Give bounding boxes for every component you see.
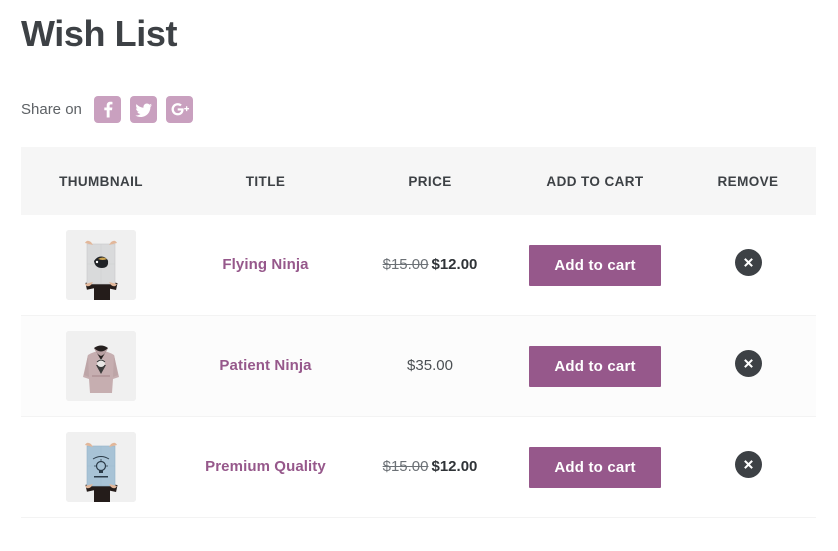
product-title-link[interactable]: Patient Ninja [219,357,311,374]
table-row: Premium Quality $15.00$12.00 Add to cart [21,417,816,518]
price-sale: $12.00 [432,458,478,475]
product-price: $15.00$12.00 [383,458,478,475]
price-sale: $12.00 [432,256,478,273]
share-label: Share on [21,102,82,117]
cell-remove [680,316,816,417]
price-original: $15.00 [383,458,429,475]
column-header-thumbnail: THUMBNAIL [21,147,181,215]
share-row: Share on [21,96,193,123]
twitter-icon [130,96,157,123]
column-header-add-to-cart: ADD TO CART [510,147,680,215]
cell-thumbnail [21,417,181,518]
cell-thumbnail [21,316,181,417]
product-title-link[interactable]: Flying Ninja [222,256,308,273]
wishlist-page: Wish List Share on [0,0,838,551]
page-title: Wish List [21,14,177,54]
cell-price: $15.00$12.00 [350,215,510,316]
column-header-price: PRICE [350,147,510,215]
close-icon [735,249,762,276]
price-original: $15.00 [383,256,429,273]
share-twitter-button[interactable] [130,96,157,123]
product-price: $35.00 [407,357,453,374]
cell-add-to-cart: Add to cart [510,417,680,518]
column-header-remove: REMOVE [680,147,816,215]
remove-item-button[interactable] [735,451,762,478]
table-header-row: THUMBNAIL TITLE PRICE ADD TO CART REMOVE [21,147,816,215]
close-icon [735,451,762,478]
remove-item-button[interactable] [735,249,762,276]
add-to-cart-button[interactable]: Add to cart [529,245,660,286]
share-google-plus-button[interactable] [166,96,193,123]
cell-add-to-cart: Add to cart [510,215,680,316]
cell-title: Premium Quality [181,417,350,518]
cell-add-to-cart: Add to cart [510,316,680,417]
product-thumbnail-image[interactable] [66,230,136,300]
remove-item-button[interactable] [735,350,762,377]
product-title-link[interactable]: Premium Quality [205,458,326,475]
cell-thumbnail [21,215,181,316]
product-price: $15.00$12.00 [383,256,478,273]
add-to-cart-button[interactable]: Add to cart [529,346,660,387]
table-header: THUMBNAIL TITLE PRICE ADD TO CART REMOVE [21,147,816,215]
close-icon [735,350,762,377]
cell-remove [680,215,816,316]
product-thumbnail-image[interactable] [66,432,136,502]
table-row: Patient Ninja $35.00 Add to cart [21,316,816,417]
cell-title: Patient Ninja [181,316,350,417]
facebook-icon [94,96,121,123]
cell-remove [680,417,816,518]
google-plus-icon [166,96,193,123]
add-to-cart-button[interactable]: Add to cart [529,447,660,488]
cell-price: $35.00 [350,316,510,417]
wishlist-table: THUMBNAIL TITLE PRICE ADD TO CART REMOVE [21,147,816,518]
table-row: Flying Ninja $15.00$12.00 Add to cart [21,215,816,316]
share-facebook-button[interactable] [94,96,121,123]
table-body: Flying Ninja $15.00$12.00 Add to cart [21,215,816,518]
cell-title: Flying Ninja [181,215,350,316]
column-header-title: TITLE [181,147,350,215]
product-thumbnail-image[interactable] [66,331,136,401]
cell-price: $15.00$12.00 [350,417,510,518]
price-regular: $35.00 [407,357,453,374]
